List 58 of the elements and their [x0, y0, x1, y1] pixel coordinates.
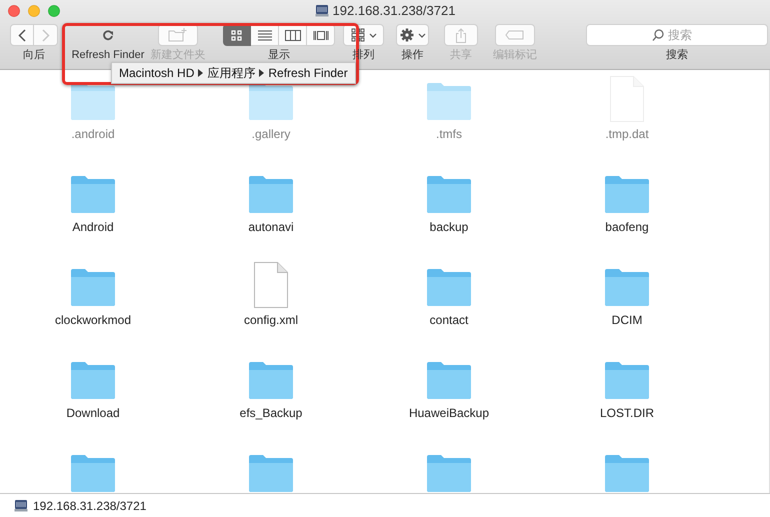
- file-name[interactable]: Download: [66, 406, 120, 420]
- file-name[interactable]: LOST.DIR: [600, 406, 654, 420]
- cover-flow-button[interactable]: [307, 24, 335, 46]
- file-name[interactable]: .gallery: [252, 127, 290, 141]
- search-icon: [652, 29, 664, 41]
- path-label: Macintosh HD: [119, 66, 194, 80]
- minimize-button[interactable]: [28, 5, 40, 17]
- file-name[interactable]: baofeng: [605, 220, 649, 234]
- folder-icon[interactable]: [70, 82, 116, 120]
- toolbar-label: 向后: [23, 49, 45, 61]
- folder-icon[interactable]: [248, 82, 294, 120]
- new-folder-icon: [168, 28, 188, 42]
- file-name[interactable]: .android: [71, 127, 115, 141]
- search-input[interactable]: 搜索: [668, 28, 702, 42]
- status-text: 192.168.31.238/3721: [33, 498, 146, 512]
- icon-view-button[interactable]: [223, 24, 251, 46]
- action-button[interactable]: [396, 24, 429, 46]
- toolbar-label: 操作: [402, 49, 424, 61]
- share-icon: [455, 28, 467, 42]
- toolbar-label: 搜索: [666, 49, 688, 61]
- file-name[interactable]: config.xml: [244, 313, 298, 327]
- caret-icon: [368, 32, 376, 38]
- refresh-icon: [102, 29, 114, 41]
- drive-icon: [314, 4, 329, 17]
- list-view-button[interactable]: [251, 24, 279, 46]
- drive-icon: [14, 499, 28, 512]
- zoom-button[interactable]: [48, 5, 60, 17]
- chevron-right-icon: [42, 28, 50, 42]
- search-bar[interactable]: 搜索: [586, 24, 768, 46]
- file-name[interactable]: autonavi: [248, 220, 294, 234]
- file-name[interactable]: HuaweiBackup: [408, 406, 490, 420]
- close-button[interactable]: [8, 5, 20, 17]
- column-view-icon: [284, 28, 302, 42]
- caret-icon: [418, 32, 426, 38]
- path-label: Refresh Finder: [268, 66, 348, 80]
- file-name[interactable]: .tmp.dat: [605, 127, 649, 141]
- window-title: 192.168.31.238/3721: [332, 3, 456, 18]
- file-name[interactable]: contact: [430, 313, 468, 327]
- file-name[interactable]: DCIM: [612, 313, 642, 327]
- chevron-left-icon: [18, 28, 26, 42]
- file-name[interactable]: backup: [430, 220, 468, 234]
- grid-icon: [350, 28, 364, 42]
- toolbar-label: 显示: [268, 49, 290, 61]
- list-view-icon: [256, 28, 274, 42]
- file-name[interactable]: clockworkmod: [54, 313, 132, 327]
- path-separator-icon: [259, 69, 264, 77]
- gear-icon: [400, 28, 414, 42]
- back-button[interactable]: [10, 24, 34, 46]
- toolbar-label: Refresh Finder: [72, 49, 144, 61]
- file-name[interactable]: efs_Backup: [240, 406, 302, 420]
- path-label: 应用程序: [207, 64, 256, 82]
- document-icon[interactable]: [253, 262, 289, 308]
- tag-icon: [505, 30, 525, 40]
- column-view-button[interactable]: [279, 24, 307, 46]
- file-name[interactable]: .tmfs: [436, 127, 462, 141]
- path-separator-icon: [198, 69, 204, 77]
- arrange-button[interactable]: [343, 24, 384, 46]
- file-name[interactable]: Android: [72, 220, 114, 234]
